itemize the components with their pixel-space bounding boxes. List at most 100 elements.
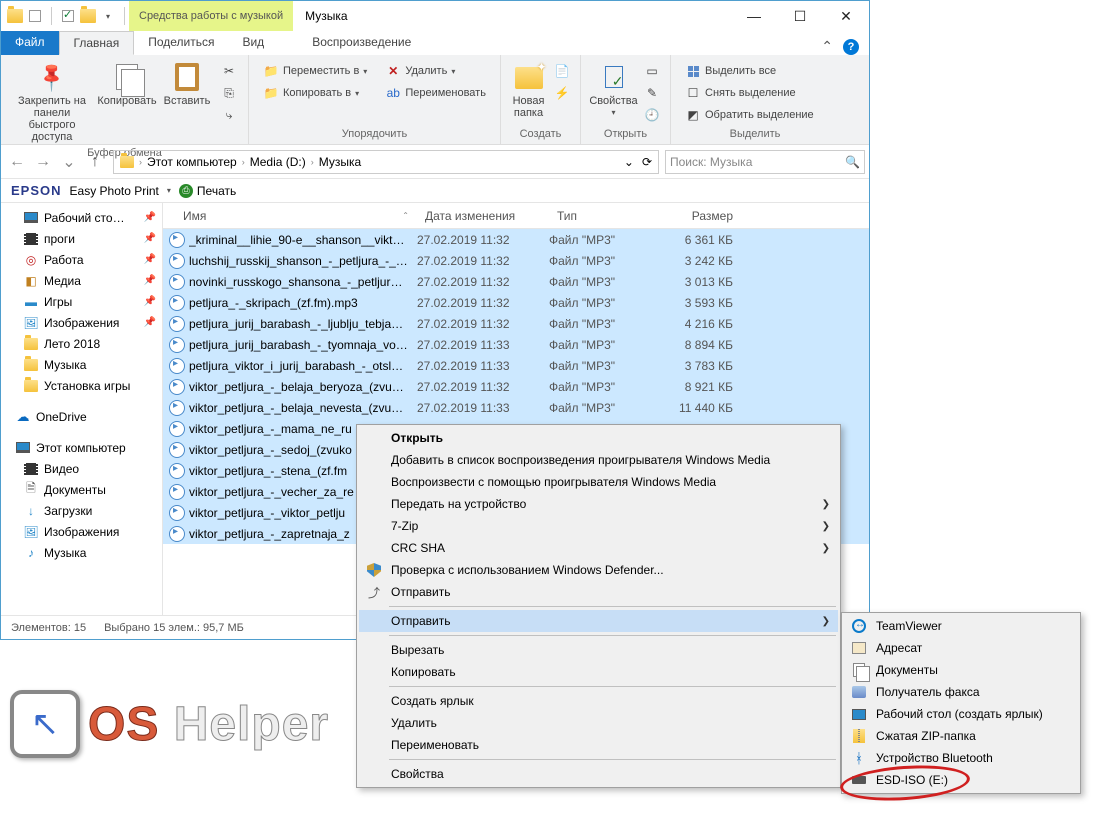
col-type[interactable]: Тип xyxy=(549,209,659,223)
open-small-button[interactable]: ▭ xyxy=(640,61,664,81)
file-row[interactable]: novinki_russkogo_shansona_-_petljura_ju.… xyxy=(163,271,869,292)
sendto-fax[interactable]: Получатель факса xyxy=(844,681,1078,703)
tree-images2[interactable]: 🖼Изображения xyxy=(1,521,162,542)
tree-video[interactable]: Видео xyxy=(1,458,162,479)
ctx-copy[interactable]: Копировать xyxy=(359,661,838,683)
file-row[interactable]: viktor_petljura_-_belaja_nevesta_(zvukof… xyxy=(163,397,869,418)
col-date[interactable]: Дата изменения xyxy=(417,209,549,223)
file-row[interactable]: petljura_jurij_barabash_-_tyomnaja_voda.… xyxy=(163,334,869,355)
sendto-teamviewer[interactable]: TeamViewer xyxy=(844,615,1078,637)
ctx-open[interactable]: Открыть xyxy=(359,427,838,449)
back-button[interactable]: ← xyxy=(5,150,29,174)
sendto-desktop[interactable]: Рабочий стол (создать ярлык) xyxy=(844,703,1078,725)
easyaccess-button[interactable]: ⚡ xyxy=(550,83,574,103)
selectinvert-button[interactable]: ◩Обратить выделение xyxy=(681,105,818,125)
breadcrumb-media[interactable]: Media (D:) xyxy=(246,151,310,173)
up-button[interactable]: ↑ xyxy=(83,150,107,174)
file-row[interactable]: viktor_petljura_-_belaja_beryoza_(zvukof… xyxy=(163,376,869,397)
ctx-defender[interactable]: Проверка с использованием Windows Defend… xyxy=(359,559,838,581)
newfolder-button[interactable]: ✦ Новая папка xyxy=(507,57,550,123)
ctx-crcsha[interactable]: CRC SHA❯ xyxy=(359,537,838,559)
paste-button[interactable]: Вставить xyxy=(157,57,217,111)
sendto-zip[interactable]: Сжатая ZIP-папка xyxy=(844,725,1078,747)
search-box[interactable]: Поиск: Музыка 🔍 xyxy=(665,150,865,174)
minimize-button[interactable]: — xyxy=(731,1,777,31)
ctx-share[interactable]: ⤴Отправить xyxy=(359,581,838,603)
ctx-7zip[interactable]: 7-Zip❯ xyxy=(359,515,838,537)
file-row[interactable]: petljura_jurij_barabash_-_ljublju_tebja_… xyxy=(163,313,869,334)
delete-button[interactable]: ✕Удалить▾ xyxy=(381,61,490,81)
selectnone-button[interactable]: ☐Снять выделение xyxy=(681,83,818,103)
pasteshortcut-small-button[interactable]: ⤷ xyxy=(217,105,241,125)
file-row[interactable]: petljura_-_skripach_(zf.fm).mp3 27.02.20… xyxy=(163,292,869,313)
ctx-rename[interactable]: Переименовать xyxy=(359,734,838,756)
tree-progi[interactable]: проги📌 xyxy=(1,228,162,249)
maximize-button[interactable]: ☐ xyxy=(777,1,823,31)
breadcrumb-music[interactable]: Музыка xyxy=(315,151,365,173)
tab-share[interactable]: Поделиться xyxy=(134,31,228,55)
refresh-button[interactable]: ⟳ xyxy=(638,151,656,173)
qat-newfolder-checkbox[interactable] xyxy=(60,8,76,24)
ctx-add-wmp[interactable]: Добавить в список воспроизведения проигр… xyxy=(359,449,838,471)
qat-customize-dropdown[interactable]: ▾ xyxy=(100,8,116,24)
ctx-delete[interactable]: Удалить xyxy=(359,712,838,734)
copyto-button[interactable]: 📁Копировать в▾ xyxy=(259,83,371,103)
history-dropdown[interactable]: ⌄ xyxy=(57,150,81,174)
properties-button[interactable]: Свойства▾ xyxy=(587,57,640,122)
tree-games[interactable]: ▬Игры📌 xyxy=(1,291,162,312)
tree-downloads[interactable]: ↓Загрузки xyxy=(1,500,162,521)
ctx-sendto[interactable]: Отправить❯ xyxy=(359,610,838,632)
tab-home[interactable]: Главная xyxy=(59,31,135,55)
forward-button[interactable]: → xyxy=(31,150,55,174)
tab-music[interactable]: Воспроизведение xyxy=(298,31,425,55)
ctx-cut[interactable]: Вырезать xyxy=(359,639,838,661)
app-icon[interactable] xyxy=(7,8,23,24)
addr-root-icon[interactable] xyxy=(116,151,138,173)
tree-desktop[interactable]: Рабочий сто…📌 xyxy=(1,207,162,228)
tree-music[interactable]: Музыка xyxy=(1,354,162,375)
copypath-small-button[interactable]: ⎘ xyxy=(217,83,241,103)
tab-view[interactable]: Вид xyxy=(228,31,278,55)
sendto-adresat[interactable]: Адресат xyxy=(844,637,1078,659)
collapse-ribbon-icon[interactable]: ⌃ xyxy=(821,38,833,55)
pin-quickaccess-button[interactable]: 📌 Закрепить на панели быстрого доступа xyxy=(7,57,97,147)
history-small-button[interactable]: 🕘 xyxy=(640,105,664,125)
ctx-play-wmp[interactable]: Воспроизвести с помощью проигрывателя Wi… xyxy=(359,471,838,493)
file-row[interactable]: _kriminal__lihie_90-e__shanson__viktor_p… xyxy=(163,229,869,250)
breadcrumb-thispc[interactable]: Этот компьютер xyxy=(143,151,241,173)
tree-install[interactable]: Установка игры xyxy=(1,375,162,396)
sendto-docs[interactable]: Документы xyxy=(844,659,1078,681)
file-row[interactable]: petljura_viktor_i_jurij_barabash_-_otslu… xyxy=(163,355,869,376)
rename-button[interactable]: abПереименовать xyxy=(381,83,490,103)
close-button[interactable]: ✕ xyxy=(823,1,869,31)
tree-images[interactable]: 🖼Изображения📌 xyxy=(1,312,162,333)
print-button[interactable]: ⎙ Печать xyxy=(179,184,236,198)
address-bar[interactable]: › Этот компьютер › Media (D:) › Музыка ⌄… xyxy=(113,150,659,174)
tree-thispc[interactable]: Этот компьютер xyxy=(1,437,162,458)
tree-music2[interactable]: ♪Музыка xyxy=(1,542,162,563)
qat-folder-icon[interactable] xyxy=(80,8,96,24)
sendto-bluetooth[interactable]: ᚼУстройство Bluetooth xyxy=(844,747,1078,769)
selectall-button[interactable]: Выделить все xyxy=(681,61,818,81)
qat-properties-checkbox[interactable] xyxy=(27,8,43,24)
tree-leto[interactable]: Лето 2018 xyxy=(1,333,162,354)
cut-small-button[interactable]: ✂ xyxy=(217,61,241,81)
moveto-button[interactable]: 📁Переместить в▾ xyxy=(259,61,371,81)
tree-docs[interactable]: 🗎Документы xyxy=(1,479,162,500)
help-icon[interactable]: ? xyxy=(843,39,859,55)
newitem-button[interactable]: 📄 xyxy=(550,61,574,81)
sendto-esd[interactable]: ESD-ISO (E:) xyxy=(844,769,1078,791)
ctx-shortcut[interactable]: Создать ярлык xyxy=(359,690,838,712)
tree-rabota[interactable]: ◎Работа📌 xyxy=(1,249,162,270)
copy-button[interactable]: Копировать xyxy=(97,57,157,111)
tab-file[interactable]: Файл xyxy=(1,31,59,55)
addr-dropdown[interactable]: ⌄ xyxy=(620,151,638,173)
navigation-tree[interactable]: Рабочий сто…📌 проги📌 ◎Работа📌 ◧Медиа📌 ▬И… xyxy=(1,203,163,615)
tree-media[interactable]: ◧Медиа📌 xyxy=(1,270,162,291)
edit-small-button[interactable]: ✎ xyxy=(640,83,664,103)
col-size[interactable]: Размер xyxy=(659,209,749,223)
ctx-props[interactable]: Свойства xyxy=(359,763,838,785)
epson-epp-label[interactable]: Easy Photo Print xyxy=(70,184,159,198)
tree-onedrive[interactable]: ☁OneDrive xyxy=(1,406,162,427)
col-name[interactable]: Имя⌃ xyxy=(163,209,417,223)
